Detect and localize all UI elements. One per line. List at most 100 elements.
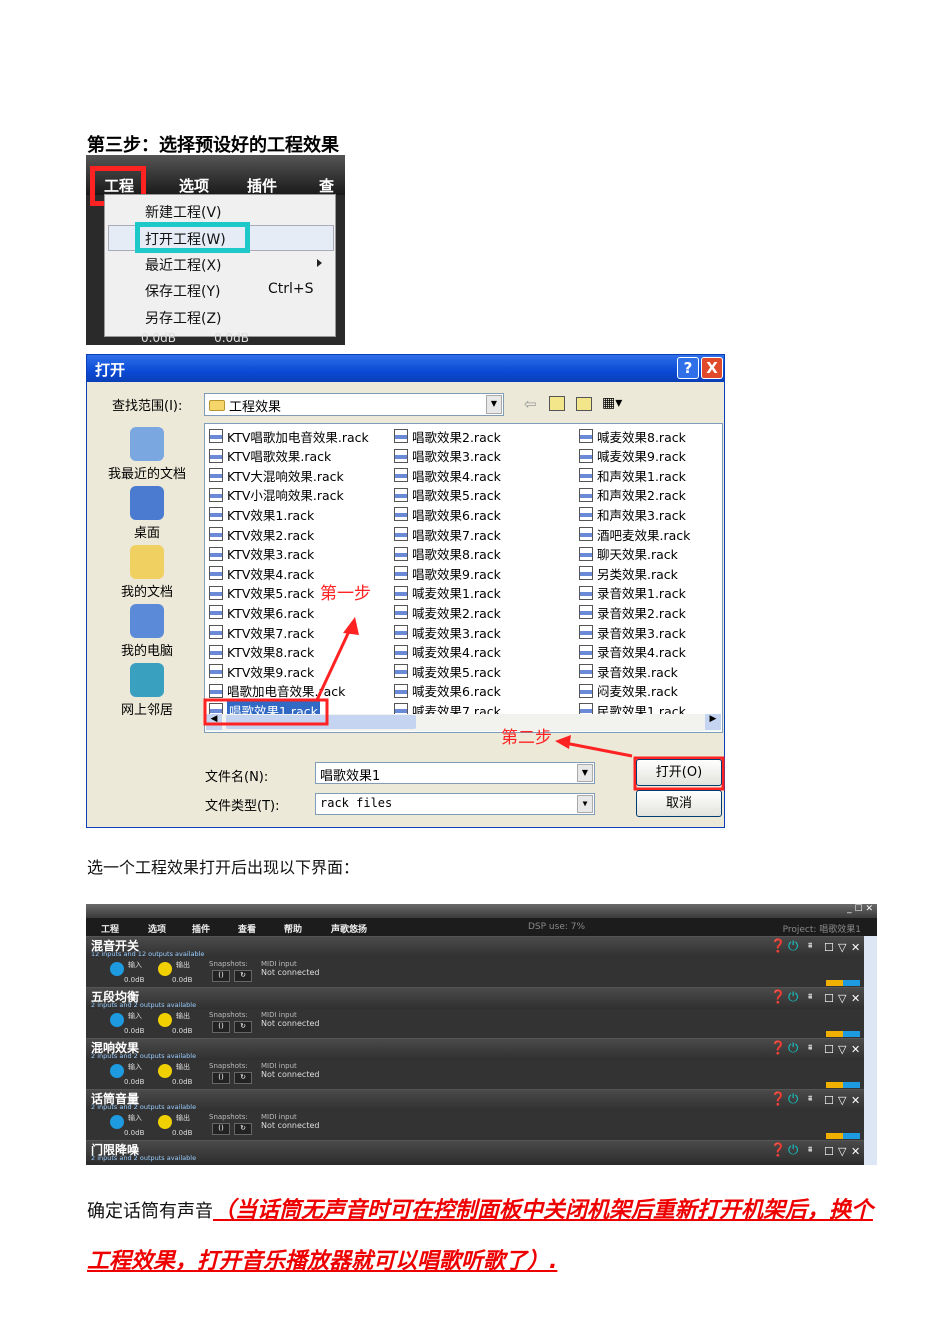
menu-item-save-as[interactable]: 另存工程(Z)	[145, 308, 222, 328]
settings-icon[interactable]: ⩩	[808, 1043, 812, 1053]
menu-item-new[interactable]: 新建工程(V)	[145, 202, 222, 222]
level-meter	[826, 1031, 860, 1037]
input-knob[interactable]	[110, 1064, 124, 1078]
chevron-down-icon[interactable]: ▼	[577, 764, 593, 782]
snapshot-save-button[interactable]: ()	[212, 1123, 230, 1135]
project-name: Project: 唱歌效果1	[783, 922, 861, 935]
shortcut-save: Ctrl+S	[268, 281, 314, 297]
rack-menu-item[interactable]: 插件	[192, 922, 210, 935]
bypass-icon[interactable]: ❓	[770, 990, 786, 1005]
input-label: 输入	[128, 1011, 142, 1021]
menu-item-recent[interactable]: 最近工程(X)	[145, 255, 222, 275]
settings-icon[interactable]: ⩩	[808, 1145, 812, 1155]
close-icon[interactable]: ✕	[851, 1145, 860, 1158]
window-controls-icon[interactable]: _ ☐ ✕	[847, 904, 873, 914]
rack-menu-item[interactable]: 声歌悠扬	[331, 922, 367, 935]
vertical-scrollbar[interactable]	[864, 936, 877, 1165]
close-icon[interactable]: ✕	[851, 1094, 860, 1107]
rack-menu-item[interactable]: 查看	[238, 922, 256, 935]
rack-menu-item[interactable]: 选项	[148, 922, 166, 935]
close-icon[interactable]: ✕	[851, 1043, 860, 1056]
midi-label: MIDI input	[261, 1011, 297, 1019]
input-value: 0.0dB	[124, 1078, 144, 1086]
maximize-icon[interactable]: ☐	[824, 1043, 834, 1056]
snapshot-reset-button[interactable]: ↻	[234, 1123, 252, 1135]
snapshot-reset-button[interactable]: ↻	[234, 1021, 252, 1033]
snapshot-save-button[interactable]: ()	[212, 970, 230, 982]
collapse-icon[interactable]: ▽	[838, 941, 846, 954]
collapse-icon[interactable]: ▽	[838, 992, 846, 1005]
output-knob[interactable]	[158, 1013, 172, 1027]
bypass-icon[interactable]: ❓	[770, 939, 786, 954]
collapse-icon[interactable]: ▽	[838, 1145, 846, 1158]
menu-plugins[interactable]: 插件	[247, 175, 277, 196]
cancel-button[interactable]: 取消	[636, 790, 722, 817]
settings-icon[interactable]: ⩩	[808, 1094, 812, 1104]
output-knob[interactable]	[158, 1064, 172, 1078]
arrow-step2	[565, 743, 632, 756]
power-icon[interactable]: ⏻	[788, 1092, 798, 1107]
submenu-arrow-icon	[317, 259, 322, 267]
conclusion-text: 确定话筒有声音	[87, 1201, 213, 1222]
module-io: 2 inputs and 2 outputs available	[91, 1154, 196, 1162]
input-knob[interactable]	[110, 1115, 124, 1129]
snapshots-label: Snapshots:	[209, 1011, 248, 1019]
open-dialog: 打开 ? X 查找范围(I): 工程效果 ▼ ⇦ ▦▾ 我最近的文档桌面我的文档…	[86, 354, 725, 828]
filename-value: 唱歌效果1	[320, 769, 380, 784]
filetype-label: 文件类型(T):	[205, 795, 279, 814]
power-icon[interactable]: ⏻	[788, 1041, 798, 1056]
annotation-arrows	[87, 355, 726, 829]
close-icon[interactable]: ✕	[851, 941, 860, 954]
chevron-down-icon[interactable]: ▼	[577, 795, 593, 813]
arrow-step1	[317, 627, 351, 700]
menu-options[interactable]: 选项	[179, 175, 209, 196]
rack-module: 混响效果2 inputs and 2 outputs available❓⏻⩩☐…	[86, 1038, 864, 1089]
filetype-select[interactable]: rack files▼	[315, 793, 595, 815]
collapse-icon[interactable]: ▽	[838, 1043, 846, 1056]
output-knob[interactable]	[158, 1115, 172, 1129]
highlight-box-open	[135, 222, 250, 253]
settings-icon[interactable]: ⩩	[808, 941, 812, 951]
power-icon[interactable]: ⏻	[788, 1143, 798, 1158]
power-icon[interactable]: ⏻	[788, 939, 798, 954]
bypass-icon[interactable]: ❓	[770, 1143, 786, 1158]
bypass-icon[interactable]: ❓	[770, 1092, 786, 1107]
rack-module: 五段均衡2 inputs and 2 outputs available❓⏻⩩☐…	[86, 987, 864, 1038]
module-header: 混音开关12 inputs and 12 outputs available❓⏻…	[86, 936, 864, 958]
input-knob[interactable]	[110, 1013, 124, 1027]
bypass-icon[interactable]: ❓	[770, 1041, 786, 1056]
module-header: 混响效果2 inputs and 2 outputs available❓⏻⩩☐…	[86, 1038, 864, 1060]
rack-screenshot: _ ☐ ✕ DSP use: 7% Project: 唱歌效果1 工程选项插件查…	[86, 904, 877, 1165]
maximize-icon[interactable]: ☐	[824, 992, 834, 1005]
collapse-icon[interactable]: ▽	[838, 1094, 846, 1107]
snapshot-save-button[interactable]: ()	[212, 1072, 230, 1084]
snapshot-reset-button[interactable]: ↻	[234, 970, 252, 982]
maximize-icon[interactable]: ☐	[824, 1094, 834, 1107]
module-io: 2 inputs and 2 outputs available	[91, 1001, 196, 1009]
settings-icon[interactable]: ⩩	[808, 992, 812, 1002]
maximize-icon[interactable]: ☐	[824, 1145, 834, 1158]
menu-screenshot: 工程 选项 插件 查看 新建工程(V) 打开工程(W) 最近工程(X) 保存工程…	[86, 155, 345, 345]
menu-item-save[interactable]: 保存工程(Y)	[145, 281, 220, 301]
level-meter	[826, 980, 860, 986]
rack-menu-item[interactable]: 工程	[101, 922, 119, 935]
arrow-step2-head	[555, 735, 571, 749]
open-button[interactable]: 打开(O)	[636, 759, 722, 786]
input-knob[interactable]	[110, 962, 124, 976]
snapshot-reset-button[interactable]: ↻	[234, 1072, 252, 1084]
module-body: 输入0.0dB输出0.0dBSnapshots:()↻MIDI inputNot…	[86, 1111, 864, 1140]
output-knob[interactable]	[158, 962, 172, 976]
output-value: 0.0dB	[172, 1078, 192, 1086]
rack-menu-item[interactable]: 帮助	[284, 922, 302, 935]
snapshot-save-button[interactable]: ()	[212, 1021, 230, 1033]
close-icon[interactable]: ✕	[851, 992, 860, 1005]
step-heading: 第三步：选择预设好的工程效果	[87, 131, 339, 157]
midi-label: MIDI input	[261, 1113, 297, 1121]
output-label: 输出	[176, 1062, 190, 1072]
maximize-icon[interactable]: ☐	[824, 941, 834, 954]
power-icon[interactable]: ⏻	[788, 990, 798, 1005]
filename-input[interactable]: 唱歌效果1 ▼	[315, 762, 595, 784]
output-label: 输出	[176, 1011, 190, 1021]
output-label: 输出	[176, 960, 190, 970]
module-io: 2 inputs and 2 outputs available	[91, 1052, 196, 1060]
